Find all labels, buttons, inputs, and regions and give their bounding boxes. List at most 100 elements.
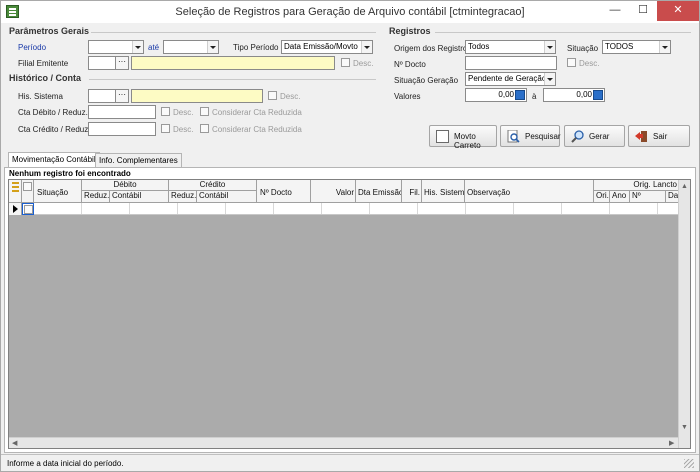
filial-code-input[interactable] [88,56,116,70]
chevron-down-icon [659,41,670,53]
col-credito: Crédito [169,180,257,191]
main-window: Seleção de Registros para Geração de Arq… [0,0,700,472]
tipo-periodo-value: Data Emissão/Movto [284,42,358,51]
filial-label: Filial Emitente [18,59,69,68]
col-ori[interactable]: Ori. [594,191,610,203]
periodo-from-select[interactable] [88,40,144,54]
minimize-button[interactable]: — [601,1,629,21]
sair-label: Sair [653,132,668,141]
grid-corner [9,180,22,203]
row-checkbox-box[interactable] [24,205,33,214]
movto-carreto-label: Movto Carreto [454,132,481,150]
debito-considerar-label: Considerar Cta Reduzida [212,108,302,117]
scroll-right-icon[interactable]: ▶ [669,439,674,447]
search-icon [507,129,520,143]
periodo-to-select[interactable] [163,40,219,54]
credito-considerar-label: Considerar Cta Reduzida [212,125,302,134]
col-observacao[interactable]: Observação [465,180,594,203]
divider [91,32,376,33]
debito-input[interactable] [88,105,156,119]
credito-desc-label: Desc. [173,125,194,134]
periodo-label: Período [18,43,47,52]
close-button[interactable]: ✕ [657,1,699,21]
row-indicator [9,203,22,215]
situacao-geracao-select[interactable]: Pendente de Geração [465,72,556,86]
his-lookup-button[interactable]: ··· [115,89,129,103]
window-title: Seleção de Registros para Geração de Arq… [175,6,525,18]
a-label: à [532,92,537,101]
col-valor[interactable]: Valor [311,180,356,203]
pesquisar-button[interactable]: Pesquisar [500,125,561,147]
movto-carreto-button[interactable]: Movto Carreto [429,125,497,150]
table-row[interactable] [9,203,680,215]
divider [435,32,691,33]
credito-desc-checkbox[interactable] [161,124,170,133]
tab-info-complementares[interactable]: Info. Complementares [95,153,182,167]
calculator-icon[interactable] [593,90,603,100]
records-grid[interactable]: Situação Débito Reduz. Contábil Crédito … [8,179,691,449]
col-emissao[interactable]: Dta Emissão [356,180,402,203]
col-ano[interactable]: Ano [610,191,630,203]
row-checkbox[interactable] [22,203,34,215]
scroll-left-icon[interactable]: ◀ [12,439,17,447]
col-debito-reduz[interactable]: Reduz. [82,191,110,203]
origem-select[interactable]: Todos [465,40,556,54]
title-bar: Seleção de Registros para Geração de Arq… [1,1,699,23]
filial-name-input[interactable] [131,56,335,70]
situacao-geracao-label: Situação Geração [394,76,459,85]
debito-label: Cta Débito / Reduz. [18,108,88,117]
his-desc-checkbox[interactable] [268,91,277,100]
tipo-periodo-select[interactable]: Data Emissão/Movto [281,40,373,54]
chevron-down-icon [544,73,555,85]
col-orig-lancto: Orig. Lancto [594,180,680,191]
valor-from-input[interactable]: 0,00 [465,88,527,102]
col-debito-contabil[interactable]: Contábil [110,191,169,203]
sair-button[interactable]: Sair [628,125,690,147]
select-all-header[interactable] [22,180,34,203]
scroll-up-icon[interactable]: ▲ [681,183,688,190]
col-n[interactable]: Nº [630,191,666,203]
row-cells [34,203,680,215]
debito-considerar-checkbox[interactable] [200,107,209,116]
status-message: Informe a data inicial do período. [7,459,124,468]
gerar-button[interactable]: Gerar [564,125,625,147]
magnifier-icon [571,130,584,143]
his-code-input[interactable] [88,89,116,103]
col-credito-contabil[interactable]: Contábil [197,191,257,203]
tab-movimentacao[interactable]: Movimentação Contábil [8,152,100,167]
filial-lookup-button[interactable]: ··· [115,56,129,70]
valor-to-input[interactable]: 0,00 [543,88,605,102]
col-credito-reduz[interactable]: Reduz. [169,191,197,203]
resize-grip-icon[interactable] [684,459,694,468]
vertical-scrollbar[interactable]: ▲ ▼ [678,180,690,448]
situacao-select[interactable]: TODOS [602,40,671,54]
col-docto[interactable]: Nº Docto [257,180,311,203]
filial-desc-label: Desc. [353,59,374,68]
chevron-down-icon [544,41,555,53]
ate-label: até [148,43,160,52]
divider [89,79,376,80]
docto-desc-label: Desc. [579,59,600,68]
status-bar: Informe a data inicial do período. [1,454,699,471]
select-all-checkbox[interactable] [23,182,32,191]
origem-label: Origem dos Registros [394,44,472,53]
horizontal-scrollbar[interactable]: ◀ ▶ [9,437,678,448]
col-his-sistema[interactable]: His. Sistema [422,180,465,203]
exit-icon [635,130,648,143]
his-name-input[interactable] [131,89,263,103]
maximize-button[interactable]: ☐ [629,1,657,21]
filial-desc-checkbox[interactable] [341,58,350,67]
col-situacao[interactable]: Situação [34,180,82,203]
docto-desc-checkbox[interactable] [567,58,576,67]
situacao-label: Situação [567,44,599,53]
tipo-periodo-label: Tipo Período [233,43,279,52]
valor-to-value: 0,00 [576,90,592,99]
docto-input[interactable] [465,56,557,70]
chevron-down-icon [132,41,143,53]
scroll-down-icon[interactable]: ▼ [681,424,688,431]
debito-desc-checkbox[interactable] [161,107,170,116]
credito-considerar-checkbox[interactable] [200,124,209,133]
credito-input[interactable] [88,122,156,136]
col-fil[interactable]: Fil. [402,180,422,203]
calculator-icon[interactable] [515,90,525,100]
